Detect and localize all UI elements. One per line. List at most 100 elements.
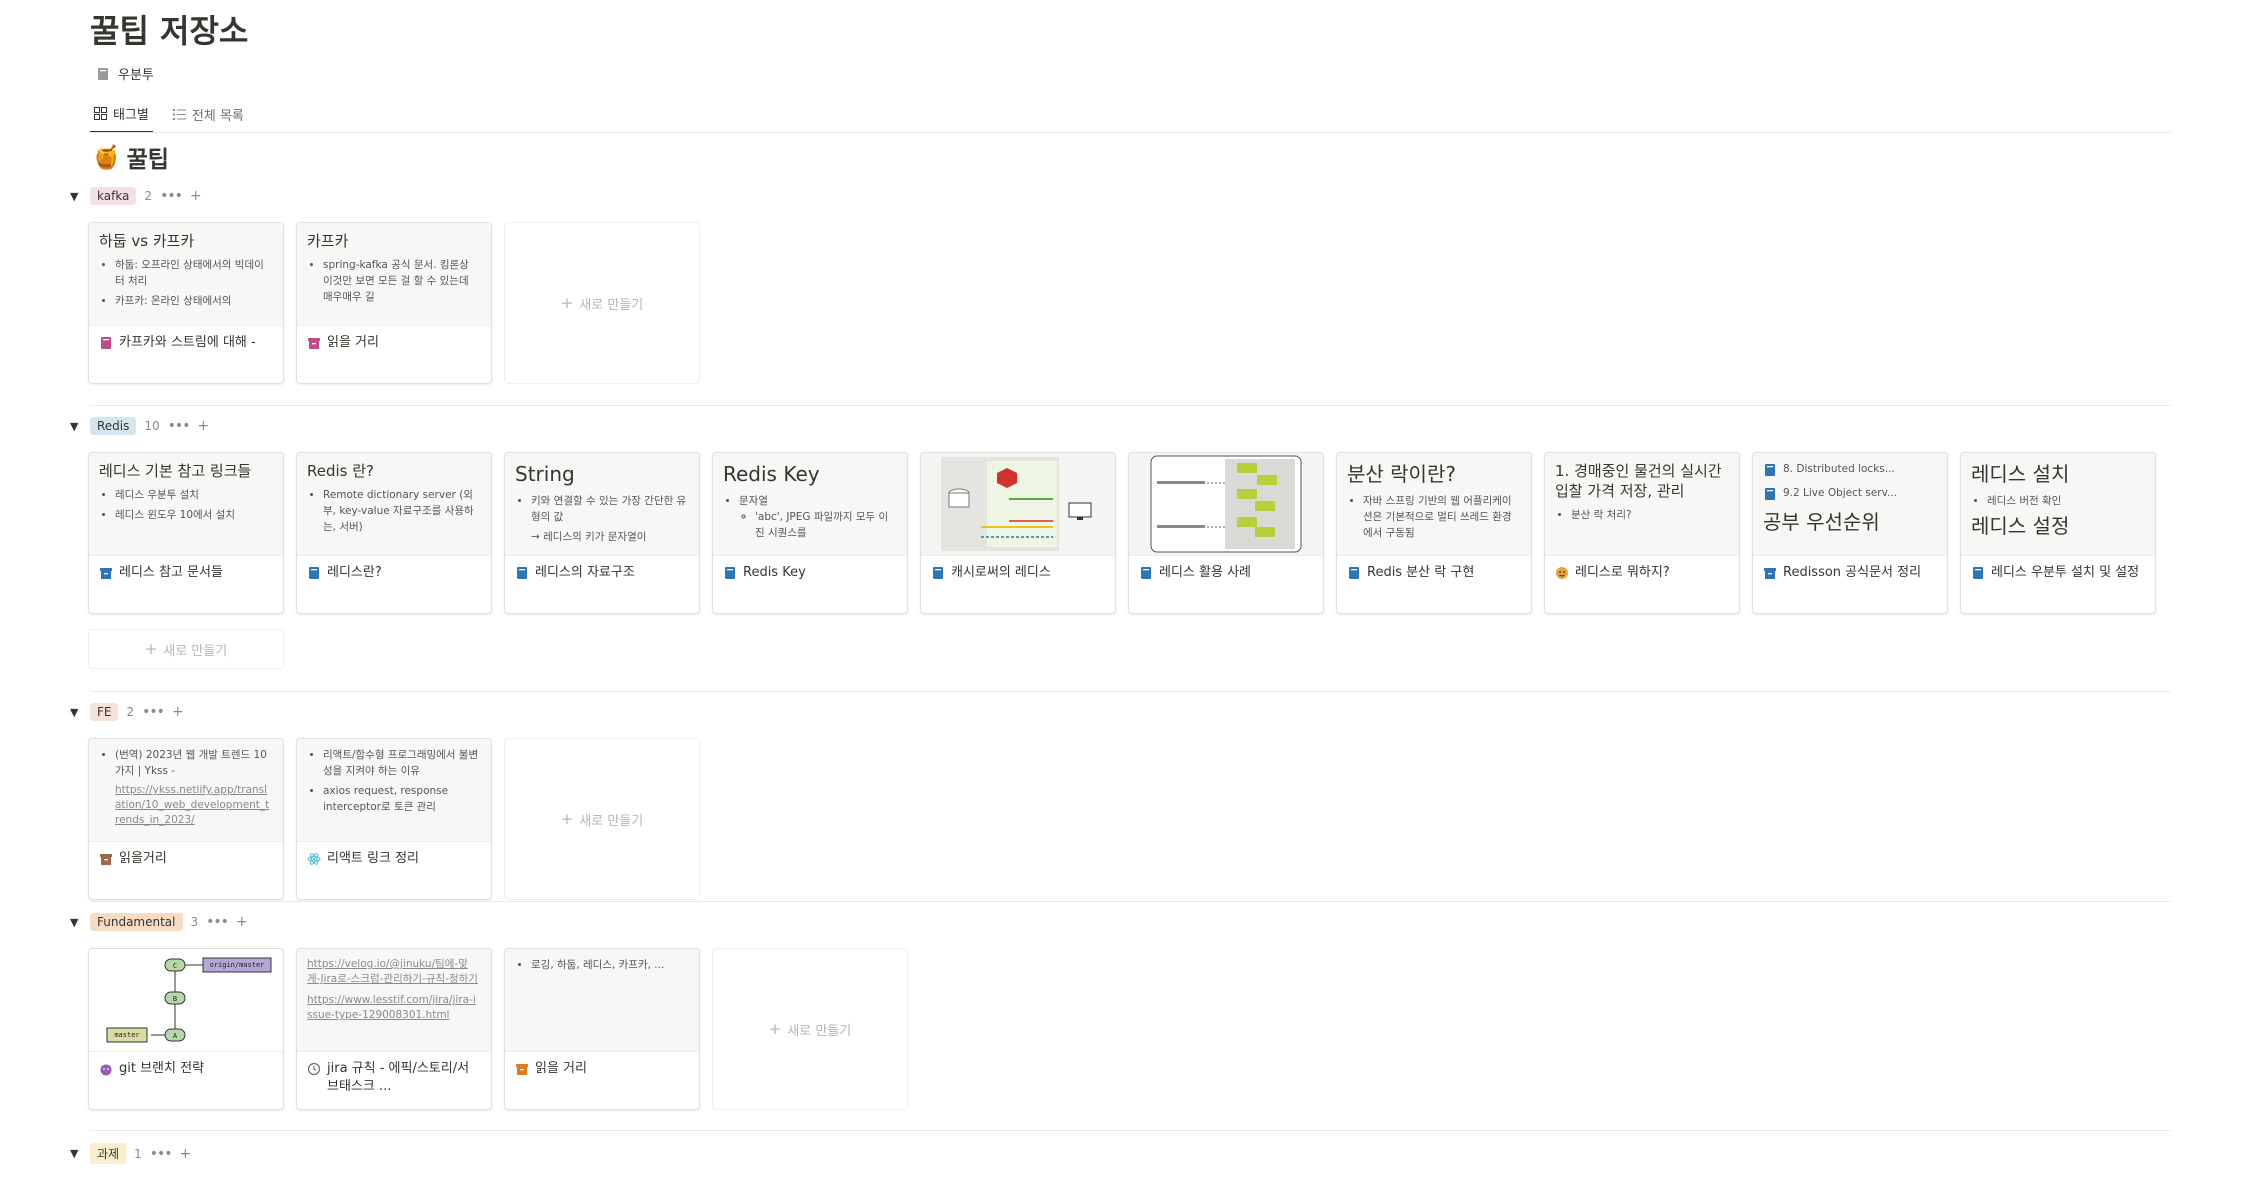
archive-icon: [100, 568, 112, 579]
new-card-label: 새로 만들기: [787, 1023, 852, 1039]
more-icon[interactable]: •••: [142, 704, 165, 720]
clock-icon: [307, 1062, 321, 1076]
board-card[interactable]: (번역) 2023년 웹 개발 트렌드 10가지 | Ykss - https:/…: [88, 738, 284, 900]
more-icon[interactable]: •••: [150, 1146, 173, 1162]
add-icon[interactable]: +: [197, 418, 209, 434]
new-card-button[interactable]: + 새로 만들기: [88, 629, 284, 669]
preview-heading: 레디스 설치: [1971, 462, 2070, 486]
board-card[interactable]: Redis 란? Remote dictionary server (외부, ke…: [296, 452, 492, 614]
new-card-label: 새로 만들기: [579, 297, 644, 313]
archive-icon: [516, 1064, 528, 1075]
board-card[interactable]: 하둡 vs 카프카하둡: 오프라인 상태에서의 빅데이터 처리카프카: 온라인 …: [88, 222, 284, 384]
linked-page[interactable]: 9.2 Live Object serv...: [1763, 485, 1937, 501]
preview-link[interactable]: https://www.lesstif.com/jira/jira-issue-…: [307, 993, 481, 1023]
devil-icon: [100, 1064, 112, 1076]
master-label: master: [114, 1031, 140, 1039]
group-tag[interactable]: Redis: [90, 417, 137, 435]
bullet-item: 레디스 우분투 설치: [115, 487, 273, 503]
card-preview: 하둡 vs 카프카하둡: 오프라인 상태에서의 빅데이터 처리카프카: 온라인 …: [89, 223, 283, 326]
card-title-row: 레디스 우분투 설치 및 설정: [1961, 556, 2155, 590]
tabs-divider: [90, 132, 2170, 133]
preview-bullets: Remote dictionary server (외부, key-value …: [307, 487, 481, 535]
more-icon[interactable]: •••: [206, 914, 229, 930]
archive-icon: [1764, 568, 1776, 579]
bullet-item: axios request, response interceptor로 토큰 …: [323, 783, 481, 815]
card-title-row: Redis 분산 락 구현: [1337, 556, 1531, 590]
board-card[interactable]: 레디스 기본 참고 링크들레디스 우분투 설치레디스 윈도우 10에서 설치레디…: [88, 452, 284, 614]
new-card-label: 새로 만들기: [163, 643, 228, 659]
card-title-row: 읽을거리: [89, 842, 283, 876]
add-icon[interactable]: +: [236, 914, 248, 930]
card-title: jira 규칙 - 에픽/스토리/서브태스크 ...: [327, 1061, 470, 1094]
add-icon[interactable]: +: [180, 1146, 192, 1162]
board-card[interactable]: 레디스 설치레디스 버전 확인레디스 설정레디스 우분투 설치 및 설정: [1960, 452, 2156, 614]
board-card[interactable]: C B Aorigin/master master git 브랜치 전략: [88, 948, 284, 1110]
archive-icon: [100, 854, 112, 865]
card-title: 읽을 거리: [327, 335, 379, 350]
preview-heading: String: [515, 462, 575, 486]
linked-page[interactable]: 8. Distributed locks...: [1763, 461, 1937, 477]
more-icon[interactable]: •••: [160, 188, 183, 204]
board-card[interactable]: 카프카 spring-kafka 공식 문서. 킹론상 이것만 보면 모든 걸 할…: [296, 222, 492, 384]
collapse-toggle-icon[interactable]: ▼: [70, 190, 82, 203]
new-card-button[interactable]: + 새로 만들기: [504, 738, 700, 900]
new-card-button[interactable]: + 새로 만들기: [504, 222, 700, 384]
card-title-row: 카프카와 스트림에 대해 -: [89, 326, 283, 360]
card-preview: [1129, 453, 1323, 556]
preview-bullets: 하둡: 오프라인 상태에서의 빅데이터 처리카프카: 온라인 상태에서의: [99, 257, 273, 309]
tab-all-list-label: 전체 목록: [191, 109, 244, 124]
tab-all-list[interactable]: 전체 목록: [169, 98, 248, 133]
card-title-row: Redis Key: [713, 556, 907, 590]
card-title: Redis 분산 락 구현: [1367, 565, 1475, 580]
preview-bullets: (번역) 2023년 웹 개발 트렌드 10가지 | Ykss -: [99, 747, 273, 779]
breadcrumb-label: 우분투: [118, 68, 154, 83]
card-title: 레디스 우분투 설치 및 설정: [1991, 565, 2140, 580]
group-header-Fundamental: ▼ Fundamental 3 ••• +: [70, 913, 248, 931]
preview-link[interactable]: https://ykss.netlify.app/translation/10_…: [99, 783, 273, 828]
commit-b-label: B: [172, 995, 178, 1003]
collapse-toggle-icon[interactable]: ▼: [70, 706, 82, 719]
group-divider: [90, 901, 2170, 902]
board-card[interactable]: 레디스 활용 사례: [1128, 452, 1324, 614]
bullet-item: 리액트/함수형 프로그래밍에서 불변성을 지켜야 하는 이유: [323, 747, 481, 779]
bullet-item: 레디스 버전 확인: [1987, 493, 2145, 509]
board-card[interactable]: Redis Key문자열'abc', JPEG 파일까지 모두 이진 시퀀스를R…: [712, 452, 908, 614]
group-tag[interactable]: 과제: [90, 1143, 127, 1164]
book-icon: [309, 567, 319, 579]
card-title-row: 레디스 활용 사례: [1129, 556, 1323, 590]
collapse-toggle-icon[interactable]: ▼: [70, 1147, 82, 1160]
group-tag[interactable]: FE: [90, 703, 119, 721]
more-icon[interactable]: •••: [168, 418, 191, 434]
bullet-item: 키와 연결할 수 있는 가장 간단한 유형의 값: [531, 493, 689, 525]
tab-by-tag[interactable]: 태그별: [90, 98, 153, 133]
card-title-row: 캐시로써의 레디스: [921, 556, 1115, 590]
preview-link[interactable]: https://velog.io/@jinuku/팀에-맞게-Jira로-스크럼…: [307, 957, 481, 987]
collapse-toggle-icon[interactable]: ▼: [70, 916, 82, 929]
board-card[interactable]: 캐시로써의 레디스: [920, 452, 1116, 614]
board-card[interactable]: 리액트/함수형 프로그래밍에서 불변성을 지켜야 하는 이유 axios requ…: [296, 738, 492, 900]
breadcrumb[interactable]: 우분투: [96, 64, 154, 83]
board-card[interactable]: https://velog.io/@jinuku/팀에-맞게-Jira로-스크럼…: [296, 948, 492, 1110]
board-card[interactable]: 1. 경매중인 물건의 실시간 입찰 가격 저장, 관리분산 락 처리? 레디스로…: [1544, 452, 1740, 614]
board-card[interactable]: String 키와 연결할 수 있는 가장 간단한 유형의 값 → 레디스의 키가 …: [504, 452, 700, 614]
group-tag[interactable]: kafka: [90, 187, 137, 205]
new-card-button[interactable]: + 새로 만들기: [712, 948, 908, 1110]
card-preview: 레디스 기본 참고 링크들레디스 우분투 설치레디스 윈도우 10에서 설치: [89, 453, 283, 556]
board-card[interactable]: 로깅, 하둡, 레디스, 카프카, ... 읽을 거리: [504, 948, 700, 1110]
board-card[interactable]: 분산 락이란? 자바 스프링 기반의 웹 어플리케이션은 기본적으로 멀티 쓰레드…: [1336, 452, 1532, 614]
card-preview: Redis 란? Remote dictionary server (외부, ke…: [297, 453, 491, 556]
preview-heading: 레디스 기본 참고 링크들: [99, 462, 252, 480]
board-card[interactable]: 8. Distributed locks... 9.2 Live Object s…: [1752, 452, 1948, 614]
group-tag[interactable]: Fundamental: [90, 913, 183, 931]
card-preview: 1. 경매중인 물건의 실시간 입찰 가격 저장, 관리분산 락 처리?: [1545, 453, 1739, 556]
card-title-row: 레디스란?: [297, 556, 491, 590]
preview-heading: 1. 경매중인 물건의 실시간 입찰 가격 저장, 관리: [1555, 462, 1722, 500]
add-icon[interactable]: +: [190, 188, 202, 204]
collapse-toggle-icon[interactable]: ▼: [70, 420, 82, 433]
group-header-kafka: ▼ kafka 2 ••• +: [70, 187, 202, 205]
card-preview: [921, 453, 1115, 556]
preview-bullets: 로깅, 하둡, 레디스, 카프카, ...: [515, 957, 689, 973]
card-title-row: 레디스 참고 문서들: [89, 556, 283, 590]
add-icon[interactable]: +: [172, 704, 184, 720]
preview-bullets: 자바 스프링 기반의 웹 어플리케이션은 기본적으로 멀티 쓰레드 환경에서 구…: [1347, 493, 1521, 541]
